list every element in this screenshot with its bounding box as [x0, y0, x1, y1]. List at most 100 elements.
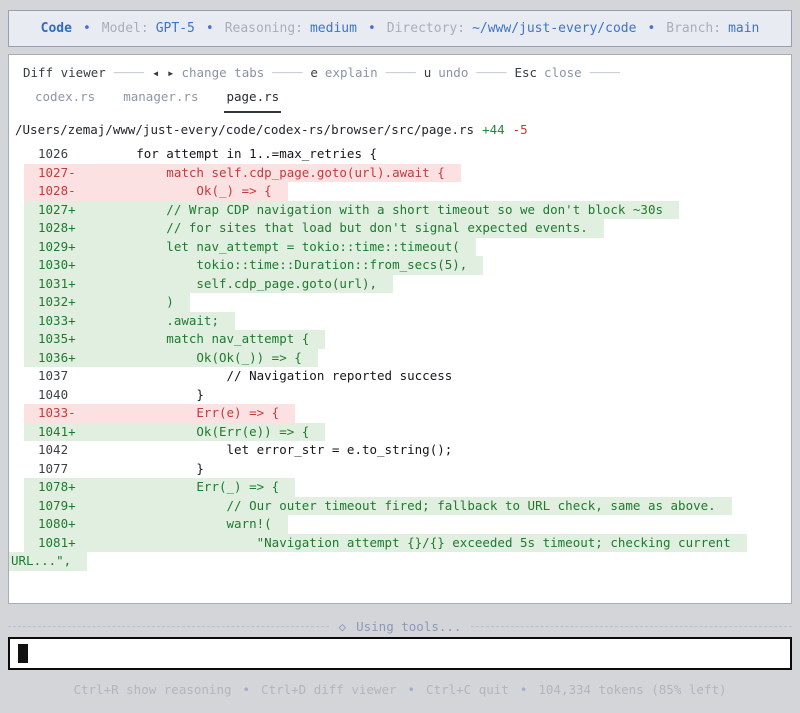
diff-line: 1028+ // for sites that load but don't s… — [9, 219, 791, 238]
branch-value: main — [728, 21, 760, 36]
reasoning-label: Reasoning: — [224, 21, 303, 36]
bullet-separator: • — [367, 21, 376, 36]
line-text: match nav_attempt { — [76, 331, 310, 346]
diff-line: 1035+ match nav_attempt { — [9, 330, 791, 349]
branch-label: Branch: — [666, 21, 722, 36]
bullet-separator: • — [82, 21, 91, 36]
diff-line: 1027- match self.cdp_page.goto(url).awai… — [9, 163, 791, 182]
line-number: 1033- — [38, 405, 76, 420]
additions-count: +44 — [482, 121, 505, 137]
line-number: 1029+ — [38, 238, 76, 254]
bullet-separator: • — [519, 681, 528, 697]
line-text: match self.cdp_page.goto(url).await { — [76, 164, 445, 180]
line-number: 1081+ — [38, 534, 76, 550]
dash-line — [8, 625, 329, 627]
line-number: 1028+ — [38, 220, 76, 235]
diff-line: 1041+ Ok(Err(e)) => { — [9, 422, 791, 441]
line-number: 1037 — [38, 368, 69, 383]
footer-bar: Ctrl+R show reasoning • Ctrl+D diff view… — [0, 679, 800, 699]
undo-hint: undo — [438, 64, 469, 80]
diff-line: 1033- Err(e) => { — [9, 404, 791, 423]
diff-line: 1031+ self.cdp_page.goto(url), — [9, 274, 791, 293]
dash-separator: ──── — [385, 64, 416, 80]
quit-hint: Ctrl+C quit — [426, 681, 509, 697]
line-text: // Wrap CDP navigation with a short time… — [76, 201, 663, 217]
line-text: warn!( — [76, 516, 272, 531]
line-number: 1033+ — [38, 312, 76, 328]
diff-viewer-hint: Ctrl+D diff viewer — [261, 681, 397, 697]
line-number: 1028- — [38, 183, 76, 198]
model-value: GPT-5 — [155, 21, 195, 36]
close-hint: close — [544, 64, 582, 80]
diff-line: 1042 let error_str = e.to_string(); — [9, 441, 791, 460]
line-number: 1031+ — [38, 275, 76, 291]
line-text: .await; — [76, 312, 219, 328]
dash-separator: ──── — [589, 64, 620, 80]
line-number: 1030+ — [38, 257, 76, 272]
dash-separator: ──── — [113, 64, 144, 80]
model-label: Model: — [101, 21, 149, 36]
line-text: Ok(Ok(_)) => { — [76, 349, 302, 365]
diff-viewer-titlebar: Diff viewer ──── ◂ ▸ change tabs ──── e … — [9, 55, 791, 81]
reasoning-value: medium — [309, 21, 357, 36]
line-number: 1080+ — [38, 516, 76, 531]
dash-line — [471, 625, 793, 627]
line-text: tokio::time::Duration::from_secs(5), — [76, 257, 468, 272]
line-text: Ok(_) => { — [76, 183, 272, 198]
line-text: let nav_attempt = tokio::time::timeout( — [76, 238, 460, 254]
line-number: 1026 — [38, 146, 69, 161]
line-text: // Navigation reported success — [76, 368, 453, 383]
line-text: for attempt in 1..=max_retries { — [76, 146, 378, 161]
diff-line: 1036+ Ok(Ok(_)) => { — [9, 348, 791, 367]
line-number: 1027- — [38, 164, 76, 180]
status-line: ◇ Using tools... — [8, 618, 793, 634]
line-text: // for sites that load but don't signal … — [76, 220, 588, 235]
command-input[interactable] — [8, 637, 792, 670]
line-text: } — [76, 460, 204, 476]
bullet-separator: • — [647, 21, 656, 36]
show-reasoning-hint: Ctrl+R show reasoning — [73, 681, 232, 697]
tab-codex-rs[interactable]: codex.rs — [33, 87, 97, 113]
line-number: 1078+ — [38, 479, 76, 494]
diff-line: 1077 } — [9, 460, 791, 479]
line-number: 1035+ — [38, 331, 76, 346]
app-status-bar: Code • Model: GPT-5 • Reasoning: medium … — [8, 10, 792, 47]
line-number: 1027+ — [38, 201, 76, 217]
diff-line: 1081+ "Navigation attempt {}/{} exceeded… — [9, 533, 791, 552]
diff-line: 1026 for attempt in 1..=max_retries { — [9, 145, 791, 164]
bullet-separator: • — [205, 21, 214, 36]
file-path: /Users/zemaj/www/just-every/code/codex-r… — [15, 121, 475, 137]
undo-key: u — [423, 64, 432, 80]
change-tabs-hint: change tabs — [181, 64, 265, 80]
line-number: 1040 — [38, 386, 69, 402]
diff-line: 1078+ Err(_) => { — [9, 478, 791, 497]
line-text: Err(e) => { — [76, 405, 280, 420]
line-text: ) — [76, 294, 174, 309]
diff-content[interactable]: 1026 for attempt in 1..=max_retries {102… — [9, 145, 791, 571]
diff-line: 1079+ // Our outer timeout fired; fallba… — [9, 496, 791, 515]
line-text: // Our outer timeout fired; fallback to … — [76, 497, 716, 513]
line-text: "Navigation attempt {}/{} exceeded 5s ti… — [76, 534, 731, 550]
line-text: self.cdp_page.goto(url), — [76, 275, 378, 291]
diff-line: 1032+ ) — [9, 293, 791, 312]
directory-label: Directory: — [386, 21, 466, 36]
status-text: Using tools... — [356, 618, 462, 634]
line-number: 1032+ — [38, 294, 76, 309]
file-tabs: codex.rs manager.rs page.rs — [9, 87, 791, 113]
app-name: Code — [40, 21, 72, 36]
line-number: 1041+ — [38, 423, 76, 439]
text-cursor — [18, 644, 28, 663]
tab-page-rs[interactable]: page.rs — [224, 87, 282, 113]
change-tabs-keys: ◂ ▸ — [151, 64, 175, 80]
diff-viewer-panel: Diff viewer ──── ◂ ▸ change tabs ──── e … — [8, 54, 792, 604]
status-diamond-icon: ◇ — [338, 618, 347, 634]
bullet-separator: • — [242, 681, 251, 697]
directory-value: ~/www/just-every/code — [472, 21, 637, 36]
diff-line: 1037 // Navigation reported success — [9, 367, 791, 386]
diff-line: URL...", — [9, 552, 791, 571]
file-path-row: /Users/zemaj/www/just-every/code/codex-r… — [9, 118, 791, 140]
diff-line: 1029+ let nav_attempt = tokio::time::tim… — [9, 237, 791, 256]
diff-line: 1027+ // Wrap CDP navigation with a shor… — [9, 200, 791, 219]
tab-manager-rs[interactable]: manager.rs — [121, 87, 200, 113]
line-text: } — [76, 386, 204, 402]
